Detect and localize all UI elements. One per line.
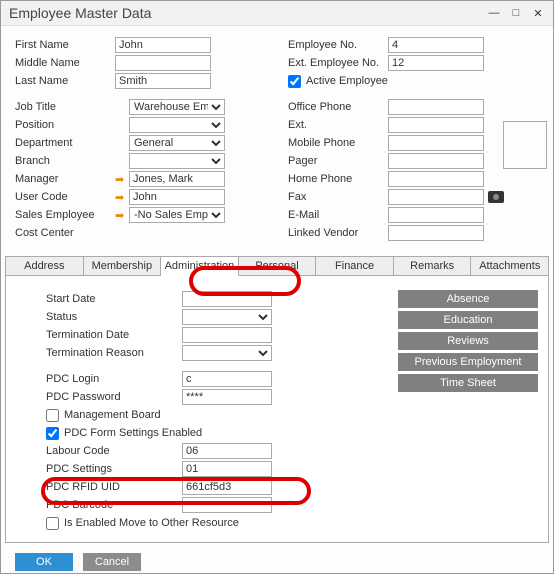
user-code-label: User Code [15,191,115,203]
status-label: Status [46,311,182,323]
maximize-icon[interactable]: □ [509,7,523,20]
move-other-resource-label: Is Enabled Move to Other Resource [64,517,239,529]
job-title-label: Job Title [15,101,115,113]
labour-code-label: Labour Code [46,445,182,457]
first-name-input[interactable] [115,37,211,53]
tab-panel-administration: Start Date Status Termination Date Termi… [5,276,549,543]
job-title-select[interactable]: Warehouse Employee [129,99,225,115]
email-input[interactable] [388,207,484,223]
link-arrow-icon[interactable]: ➡ [115,191,129,204]
pager-input[interactable] [388,153,484,169]
manager-input[interactable] [129,171,225,187]
management-board-checkbox[interactable] [46,409,59,422]
active-employee-checkbox[interactable] [288,75,301,88]
management-board-label: Management Board [64,409,161,421]
position-label: Position [15,119,115,131]
tab-personal[interactable]: Personal [239,257,317,275]
pager-label: Pager [288,155,388,167]
fax-label: Fax [288,191,388,203]
pdc-settings-label: PDC Settings [46,463,182,475]
education-button[interactable]: Education [398,311,538,329]
previous-employment-button[interactable]: Previous Employment [398,353,538,371]
pdc-barcode-input[interactable] [182,497,272,513]
ok-button[interactable]: OK [15,553,73,571]
home-phone-input[interactable] [388,171,484,187]
employee-no-input[interactable] [388,37,484,53]
mobile-phone-label: Mobile Phone [288,137,388,149]
pdc-form-settings-checkbox[interactable] [46,427,59,440]
office-phone-label: Office Phone [288,101,388,113]
link-arrow-icon[interactable]: ➡ [115,173,129,186]
reviews-button[interactable]: Reviews [398,332,538,350]
tab-address[interactable]: Address [6,257,84,275]
user-code-input[interactable] [129,189,225,205]
cancel-button[interactable]: Cancel [83,553,141,571]
pdc-barcode-label: PDC Barcode [46,499,182,511]
home-phone-label: Home Phone [288,173,388,185]
ext-employee-no-input[interactable] [388,55,484,71]
ext-label: Ext. [288,119,388,131]
tab-attachments[interactable]: Attachments [471,257,548,275]
ext-employee-no-label: Ext. Employee No. [288,57,388,69]
tab-remarks[interactable]: Remarks [394,257,472,275]
ext-input[interactable] [388,117,484,133]
termination-reason-select[interactable] [182,345,272,361]
termination-date-label: Termination Date [46,329,182,341]
manager-label: Manager [15,173,115,185]
employee-photo-placeholder[interactable] [503,121,547,169]
linked-vendor-input[interactable] [388,225,484,241]
minimize-icon[interactable]: — [487,7,501,20]
titlebar: Employee Master Data — □ ✕ [1,1,553,26]
first-name-label: First Name [15,39,115,51]
termination-reason-label: Termination Reason [46,347,182,359]
tab-finance[interactable]: Finance [316,257,394,275]
link-arrow-icon[interactable]: ➡ [115,209,129,222]
last-name-input[interactable] [115,73,211,89]
email-label: E-Mail [288,209,388,221]
active-employee-label: Active Employee [306,75,388,87]
office-phone-input[interactable] [388,99,484,115]
pdc-login-input[interactable] [182,371,272,387]
pdc-rfid-uid-input[interactable] [182,479,272,495]
camera-icon[interactable] [488,191,504,203]
mobile-phone-input[interactable] [388,135,484,151]
tab-administration[interactable]: Administration [161,257,239,276]
start-date-label: Start Date [46,293,182,305]
middle-name-label: Middle Name [15,57,115,69]
pdc-password-label: PDC Password [46,391,182,403]
termination-date-input[interactable] [182,327,272,343]
move-other-resource-checkbox[interactable] [46,517,59,530]
sales-employee-select[interactable]: -No Sales Employee- [129,207,225,223]
start-date-input[interactable] [182,291,272,307]
employee-master-window: Employee Master Data — □ ✕ First Name Mi… [0,0,554,574]
close-icon[interactable]: ✕ [531,7,545,20]
labour-code-input[interactable] [182,443,272,459]
linked-vendor-label: Linked Vendor [288,227,388,239]
fax-input[interactable] [388,189,484,205]
pdc-settings-input[interactable] [182,461,272,477]
branch-label: Branch [15,155,115,167]
middle-name-input[interactable] [115,55,211,71]
absence-button[interactable]: Absence [398,290,538,308]
pdc-rfid-uid-label: PDC RFID UID [46,481,182,493]
time-sheet-button[interactable]: Time Sheet [398,374,538,392]
pdc-form-settings-label: PDC Form Settings Enabled [64,427,202,439]
employee-no-label: Employee No. [288,39,388,51]
branch-select[interactable] [129,153,225,169]
pdc-login-label: PDC Login [46,373,182,385]
department-label: Department [15,137,115,149]
department-select[interactable]: General [129,135,225,151]
last-name-label: Last Name [15,75,115,87]
window-title: Employee Master Data [9,5,151,21]
tabstrip: Address Membership Administration Person… [5,256,549,276]
sales-employee-label: Sales Employee [15,209,115,221]
cost-center-label: Cost Center [15,227,115,239]
status-select[interactable] [182,309,272,325]
tab-membership[interactable]: Membership [84,257,162,275]
pdc-password-input[interactable] [182,389,272,405]
position-select[interactable] [129,117,225,133]
